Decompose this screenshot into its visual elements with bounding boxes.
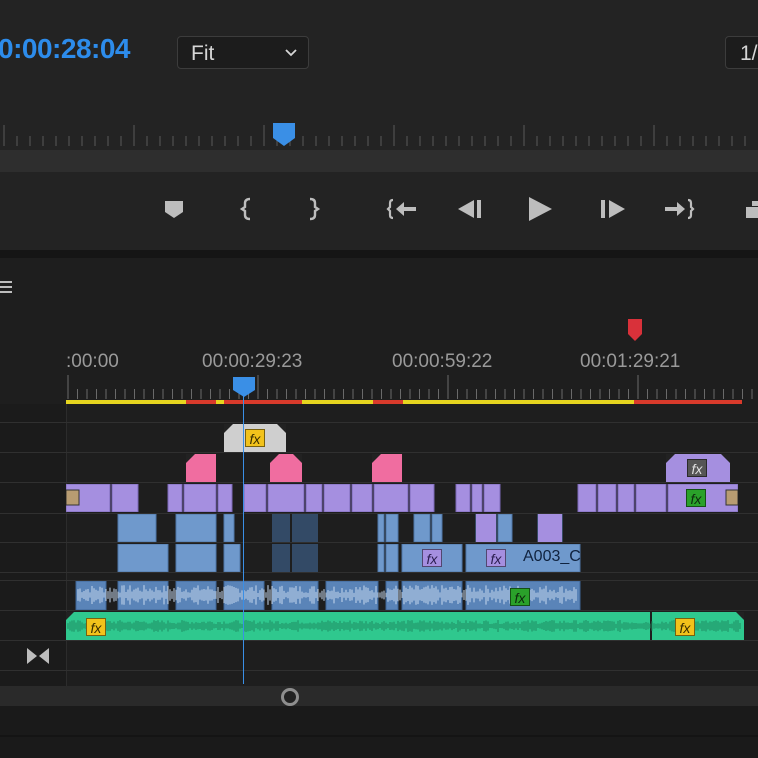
track-headers: [0, 404, 67, 686]
video-clip[interactable]: [186, 454, 216, 482]
adjustment-clip[interactable]: fx: [224, 424, 286, 452]
lift-button[interactable]: [742, 193, 758, 225]
step-forward-icon: [601, 200, 625, 218]
zoom-scroll-handle[interactable]: [281, 688, 299, 706]
video-track-1: fx fx A003_C: [66, 544, 758, 572]
monitor-scrub-bar[interactable]: [0, 150, 758, 172]
mark-in-button[interactable]: [232, 193, 264, 225]
chevron-down-icon: [285, 49, 297, 57]
go-to-out-icon: [665, 198, 695, 220]
sequence-marker-icon[interactable]: [627, 318, 643, 342]
audio-track-1: [75, 581, 581, 610]
play-button[interactable]: [524, 193, 556, 225]
fx-badge-icon: fx: [422, 549, 442, 567]
zoom-fit-select[interactable]: Fit: [177, 36, 309, 69]
ruler-label-1: 00:00:29:23: [202, 351, 303, 372]
ruler-label-3: 00:01:29:21: [580, 351, 681, 372]
audio-track-2[interactable]: [66, 612, 746, 640]
play-icon: [529, 197, 552, 221]
panel-divider[interactable]: [0, 250, 758, 258]
current-timecode[interactable]: 0:00:28:04: [0, 33, 130, 65]
fx-badge-icon: fx: [245, 429, 265, 447]
video-clip[interactable]: [270, 454, 302, 482]
zoom-fit-value: Fit: [191, 42, 215, 65]
timeline-time-ruler[interactable]: [66, 375, 758, 401]
mark-in-icon: [239, 197, 251, 221]
bowtie-icon[interactable]: [26, 646, 50, 666]
fx-badge-icon: fx: [510, 588, 530, 606]
panel-menu-icon[interactable]: [0, 280, 14, 294]
divider: [0, 735, 758, 737]
timeline-scrollbar[interactable]: [0, 686, 758, 706]
video-track-2: [117, 514, 563, 542]
ruler-label-2: 00:00:59:22: [392, 351, 493, 372]
fx-badge-icon: fx: [86, 618, 106, 636]
timeline-playhead-icon[interactable]: [232, 376, 256, 398]
fx-badge-icon: fx: [687, 459, 707, 477]
step-back-icon: [458, 200, 481, 218]
playback-resolution-select[interactable]: 1/: [725, 36, 758, 69]
go-to-in-button[interactable]: [386, 193, 418, 225]
playhead-line[interactable]: [243, 386, 244, 684]
mark-out-icon: [309, 197, 321, 221]
ruler-label-0: :00:00: [66, 351, 119, 372]
fx-badge-icon: fx: [675, 618, 695, 636]
fx-badge-icon: fx: [686, 489, 706, 507]
video-clip[interactable]: fx: [666, 454, 730, 482]
add-marker-button[interactable]: [158, 193, 190, 225]
clip-name: A003_C: [523, 548, 581, 565]
step-back-button[interactable]: [455, 193, 487, 225]
video-clip[interactable]: [372, 454, 402, 482]
video-track-3: fx: [66, 484, 738, 512]
lift-icon: [746, 201, 758, 218]
render-status-bar: [66, 400, 742, 404]
step-forward-button[interactable]: [597, 193, 629, 225]
playback-resolution-value: 1/: [740, 42, 758, 65]
transport-controls: [0, 172, 758, 250]
bottom-area: [0, 706, 758, 758]
go-to-out-button[interactable]: [663, 193, 695, 225]
go-to-in-icon: [386, 198, 416, 220]
mark-out-button[interactable]: [296, 193, 328, 225]
marker-icon: [165, 201, 183, 218]
monitor-playhead-icon: [273, 123, 295, 146]
monitor-time-ruler[interactable]: [0, 120, 758, 150]
fx-badge-icon: fx: [486, 549, 506, 567]
